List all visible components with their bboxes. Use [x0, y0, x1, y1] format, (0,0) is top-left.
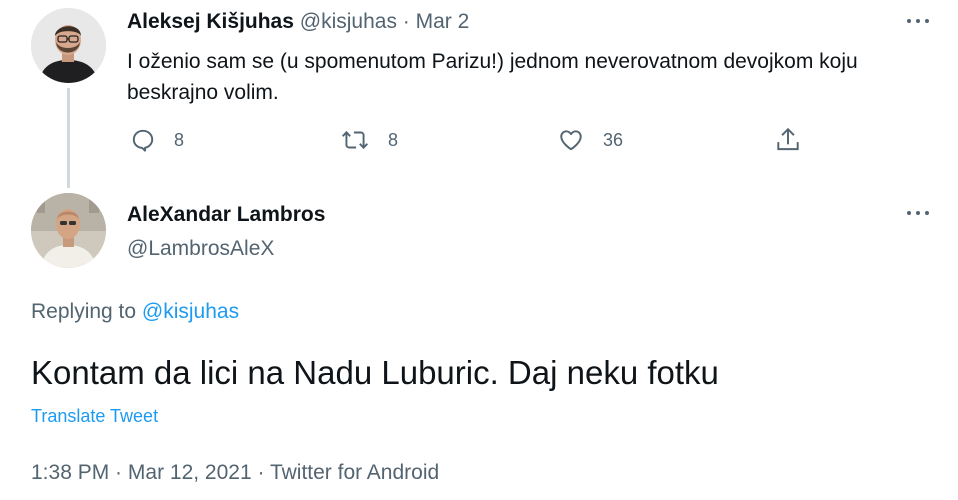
main-author-handle[interactable]: @LambrosAleX: [127, 237, 274, 261]
thread-connector-line: [67, 88, 70, 188]
tweet-source[interactable]: Twitter for Android: [270, 461, 439, 484]
tweet-date[interactable]: Mar 12, 2021: [128, 461, 252, 484]
main-tweet-text: Kontam da lici na Nadu Luburic. Daj neku…: [31, 354, 719, 391]
parent-tweet[interactable]: Aleksej Kišjuhas @kisjuhas · Mar 2 I ože…: [0, 0, 958, 188]
parent-author-handle[interactable]: @kisjuhas: [300, 10, 397, 33]
replying-to-mention[interactable]: @kisjuhas: [142, 300, 239, 323]
reply-count: 8: [174, 129, 185, 150]
separator-dot: ·: [109, 461, 128, 484]
share-icon: [777, 127, 799, 151]
main-author-name[interactable]: AleXandar Lambros: [127, 203, 325, 227]
replying-to-label: Replying to: [31, 300, 142, 323]
retweet-count: 8: [388, 129, 399, 150]
replying-to-line: Replying to @kisjuhas: [31, 300, 239, 324]
translate-tweet-link[interactable]: Translate Tweet: [31, 406, 158, 427]
retweet-button[interactable]: 8: [340, 124, 398, 156]
parent-author-name[interactable]: Aleksej Kišjuhas: [127, 10, 294, 33]
like-count: 36: [603, 129, 624, 150]
share-button[interactable]: [775, 124, 801, 156]
separator-dot: ·: [396, 10, 416, 33]
reply-icon: [132, 129, 154, 152]
parent-tweet-text: I oženio sam se (u spomenutom Parizu!) j…: [127, 50, 858, 104]
parent-tweet-date[interactable]: Mar 2: [416, 10, 470, 33]
tweet-time[interactable]: 1:38 PM: [31, 461, 109, 484]
more-icon[interactable]: [906, 208, 934, 218]
main-author-avatar[interactable]: [31, 193, 106, 268]
retweet-icon: [341, 130, 369, 150]
reply-button[interactable]: 8: [130, 124, 184, 156]
parent-author-line: Aleksej Kišjuhas @kisjuhas · Mar 2: [127, 10, 469, 34]
like-icon: [560, 130, 582, 151]
parent-tweet-actions: 8 8 36: [127, 124, 827, 156]
separator-dot: ·: [251, 461, 270, 484]
parent-author-avatar[interactable]: [31, 8, 106, 83]
more-icon[interactable]: [906, 16, 934, 26]
tweet-timestamp-line: 1:38 PM · Mar 12, 2021 · Twitter for And…: [31, 461, 439, 485]
like-button[interactable]: 36: [557, 124, 623, 156]
